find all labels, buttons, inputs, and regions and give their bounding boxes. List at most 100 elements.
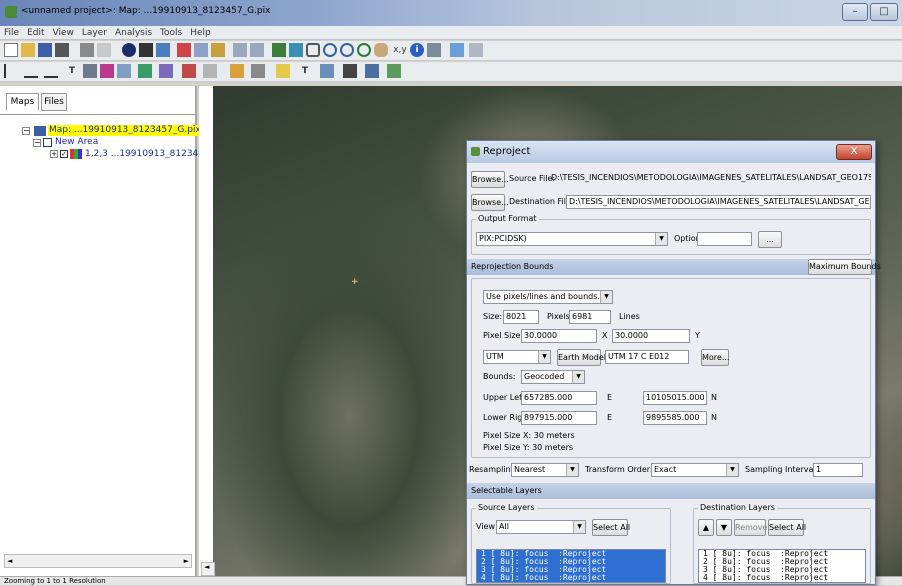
symbol-icon[interactable] — [343, 64, 357, 78]
pan-hand-icon[interactable] — [374, 43, 388, 57]
stop-icon[interactable] — [139, 43, 153, 57]
options-ellipsis-button[interactable]: ... — [758, 231, 782, 248]
line-style-icon[interactable] — [138, 64, 152, 78]
source-select-all-button[interactable]: Select All — [592, 519, 630, 536]
projection-select[interactable]: UTM ▼ — [483, 350, 551, 364]
dialog-close-button[interactable]: X — [836, 144, 872, 160]
edit-tool-icon[interactable] — [83, 64, 97, 78]
undo-icon[interactable] — [233, 43, 247, 57]
vertex-icon[interactable] — [159, 64, 173, 78]
source-layers-list[interactable]: 1 [ 8u]: focus :Reproject 2 [ 8u]: focus… — [476, 549, 666, 583]
zoom-box-icon[interactable] — [306, 43, 320, 57]
bounds-mode-select[interactable]: Use pixels/lines and bounds. ▼ — [483, 290, 613, 304]
paste-icon[interactable] — [211, 43, 225, 57]
tab-maps[interactable]: Maps — [6, 93, 39, 111]
lower-right-northing-field[interactable]: 9895585.000 — [643, 411, 707, 425]
remove-button[interactable]: Remove — [734, 519, 767, 536]
destination-select-all-button[interactable]: Select All — [768, 519, 806, 536]
menu-file[interactable]: File — [0, 26, 23, 40]
options-field[interactable] — [697, 232, 752, 246]
list-item[interactable]: 4 [ 8u]: focus :Reproject — [699, 574, 865, 582]
destination-layers-list[interactable]: 1 [ 8u]: focus :Reproject 2 [ 8u]: focus… — [698, 549, 866, 583]
text-align-icon[interactable] — [320, 64, 334, 78]
menu-view[interactable]: View — [49, 26, 78, 40]
open-folder-icon[interactable] — [21, 43, 35, 57]
collapse-map-toggle[interactable]: − — [22, 127, 30, 135]
save-icon[interactable] — [38, 43, 52, 57]
redo-icon[interactable] — [250, 43, 264, 57]
more-button[interactable]: More... — [701, 349, 729, 366]
size-lines-field[interactable]: 6981 — [569, 310, 611, 324]
map-scroll-left[interactable]: ◄ — [201, 562, 215, 576]
upper-left-easting-field[interactable]: 657285.000 — [521, 391, 597, 405]
fill-color-icon[interactable] — [230, 64, 244, 78]
maximum-bounds-button[interactable]: Maximum Bounds — [808, 259, 881, 275]
color-grid-icon[interactable] — [100, 64, 114, 78]
layer-visible-checkbox[interactable]: ✓ — [60, 150, 68, 158]
menu-help[interactable]: Help — [186, 26, 215, 40]
view-select[interactable]: All ▼ — [496, 520, 586, 534]
destination-file-field[interactable]: D:\TESIS_INCENDIOS\METODOLOGIA\IMAGENES_… — [566, 195, 871, 209]
select-arrow-icon[interactable] — [4, 64, 18, 78]
tree-area-node[interactable]: New Area — [55, 137, 98, 148]
pixel-size-y-field[interactable]: 30.0000 — [612, 329, 690, 343]
collapse-area-toggle[interactable]: − — [33, 139, 41, 147]
zoom-in-icon[interactable] — [323, 43, 337, 57]
list-item[interactable]: 4 [ 8u]: focus :Reproject — [477, 574, 665, 582]
menu-layer[interactable]: Layer — [78, 26, 111, 40]
bounds-select[interactable]: Geocoded ▼ — [521, 370, 585, 384]
polyline-icon[interactable] — [44, 64, 58, 78]
cut-icon[interactable] — [177, 43, 191, 57]
text-tool-icon[interactable]: T — [65, 64, 79, 78]
menu-analysis[interactable]: Analysis — [111, 26, 156, 40]
coordinate-icon[interactable]: x,y — [393, 43, 407, 57]
move-down-button[interactable]: ▼ — [716, 519, 732, 536]
tree-scrollbar[interactable]: ◄ ► — [4, 554, 192, 568]
expand-layer-toggle[interactable]: + — [50, 150, 58, 158]
move-up-button[interactable]: ▲ — [698, 519, 714, 536]
line-color-icon[interactable] — [182, 64, 196, 78]
pixel-size-x-field[interactable]: 30.0000 — [521, 329, 597, 343]
lower-right-easting-field[interactable]: 897915.000 — [521, 411, 597, 425]
fill-style-icon[interactable] — [251, 64, 265, 78]
maximize-button[interactable]: □ — [870, 3, 898, 21]
info-icon[interactable]: i — [410, 43, 424, 57]
dissolve-icon[interactable] — [387, 64, 401, 78]
copy-icon[interactable] — [97, 43, 111, 57]
properties-icon[interactable] — [80, 43, 94, 57]
copy-layer-icon[interactable] — [194, 43, 208, 57]
line-width-icon[interactable] — [203, 64, 217, 78]
transform-order-select[interactable]: Exact ▼ — [651, 463, 739, 477]
layer-icon[interactable] — [122, 43, 136, 57]
print-icon[interactable] — [55, 43, 69, 57]
earth-model-button[interactable]: Earth Model — [557, 349, 606, 366]
utm-zone-field[interactable]: UTM 17 C E012 — [605, 350, 689, 364]
zoom-extent-icon[interactable] — [272, 43, 286, 57]
zoom-fit-icon[interactable] — [357, 43, 371, 57]
text-color-icon[interactable] — [276, 64, 290, 78]
browse-destination-button[interactable]: Browse... — [471, 194, 509, 211]
menu-tools[interactable]: Tools — [156, 26, 186, 40]
sampling-interval-field[interactable]: 1 — [813, 463, 863, 477]
layer-order-icon[interactable] — [365, 64, 379, 78]
font-size-icon[interactable]: T — [298, 64, 312, 78]
histogram-icon[interactable] — [469, 43, 483, 57]
table-icon[interactable] — [427, 43, 441, 57]
sort-icon[interactable] — [450, 43, 464, 57]
tab-files[interactable]: Files — [41, 93, 67, 111]
minimize-button[interactable]: – — [842, 3, 868, 21]
zoom-layer-icon[interactable] — [289, 43, 303, 57]
source-file-field[interactable]: D:\TESIS_INCENDIOS\METODOLOGIA\IMAGENES_… — [549, 172, 871, 186]
size-pixels-field[interactable]: 8021 — [503, 310, 539, 324]
browse-source-button[interactable]: Browse... — [471, 171, 509, 188]
output-format-select[interactable]: PIX:PCIDSK) ▼ — [476, 232, 668, 246]
globe-icon[interactable] — [156, 43, 170, 57]
menu-edit[interactable]: Edit — [23, 26, 48, 40]
draw-line-icon[interactable] — [24, 64, 38, 78]
shape-icon[interactable] — [117, 64, 131, 78]
upper-left-northing-field[interactable]: 10105015.000 — [643, 391, 707, 405]
resampling-select[interactable]: Nearest ▼ — [511, 463, 579, 477]
zoom-out-icon[interactable] — [340, 43, 354, 57]
new-file-icon[interactable] — [4, 43, 18, 57]
tree-map-node[interactable]: Map: ...19910913_8123457_G.pix — [48, 125, 202, 136]
